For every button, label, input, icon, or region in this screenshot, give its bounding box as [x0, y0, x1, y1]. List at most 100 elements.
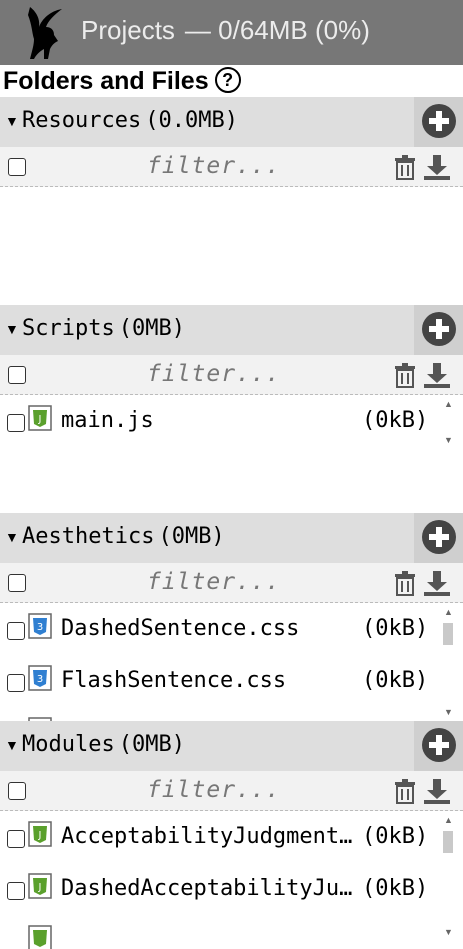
select-all-checkbox[interactable]	[8, 574, 26, 592]
section-name: Resources	[22, 108, 142, 133]
file-size: (0kB)	[362, 824, 429, 849]
section-modules: ▼ Modules (0MB) filter... J Acceptability…	[0, 721, 463, 949]
collapse-triangle-icon[interactable]: ▼	[5, 529, 19, 545]
scroll-down-icon[interactable]: ▼	[444, 435, 453, 445]
download-icon[interactable]	[422, 361, 452, 389]
css-file-icon: 3	[28, 665, 52, 691]
select-all-checkbox[interactable]	[8, 782, 26, 800]
add-icon[interactable]	[422, 728, 456, 762]
add-file-area	[414, 721, 463, 771]
file-name: FlashSentence.css	[61, 668, 287, 693]
scrollbar[interactable]: ▲ ▼	[441, 607, 455, 719]
file-row-partial[interactable]	[0, 707, 440, 721]
scroll-down-icon[interactable]: ▼	[444, 927, 453, 937]
svg-text:J: J	[38, 830, 42, 841]
js-file-icon: J	[28, 405, 52, 431]
svg-text:3: 3	[37, 622, 43, 633]
svg-text:J: J	[38, 882, 42, 893]
js-file-icon: J	[28, 873, 52, 899]
folders-files-heading: Folders and Files?	[3, 65, 241, 97]
add-file-area	[414, 97, 463, 147]
svg-text:J: J	[38, 414, 42, 425]
app-header: Projects — 0/64MB (0%)	[0, 0, 463, 65]
file-name: DashedAcceptabilityJudgment.js	[61, 876, 361, 901]
scroll-thumb[interactable]	[443, 623, 453, 645]
projects-title: Projects	[81, 15, 175, 45]
download-icon[interactable]	[422, 777, 452, 805]
trash-icon[interactable]	[392, 153, 418, 181]
file-row[interactable]: J AcceptabilityJudgment.js (0kB)	[0, 811, 440, 863]
section-header[interactable]: ▼ Scripts (0MB)	[0, 305, 463, 355]
section-title: Aesthetics (0MB)	[22, 524, 225, 549]
file-name: DashedSentence.css	[61, 616, 300, 641]
section-scripts: ▼ Scripts (0MB) filter... J main.js (0kB)…	[0, 305, 463, 513]
file-name: main.js	[61, 408, 154, 433]
ibex-logo-icon	[28, 7, 62, 59]
filter-input[interactable]: filter...	[147, 361, 281, 387]
section-aesthetics: ▼ Aesthetics (0MB) filter... 3 DashedSent…	[0, 513, 463, 721]
filter-row: filter...	[0, 147, 463, 187]
scrollbar[interactable]: ▲ ▼	[441, 815, 455, 939]
add-file-area	[414, 305, 463, 355]
file-checkbox[interactable]	[7, 674, 25, 692]
trash-icon[interactable]	[392, 361, 418, 389]
scroll-up-icon[interactable]: ▲	[444, 607, 453, 617]
section-title: Resources (0.0MB)	[22, 108, 238, 133]
add-icon[interactable]	[422, 104, 456, 138]
file-size: (0kB)	[362, 876, 429, 901]
section-size: (0MB)	[158, 524, 225, 549]
scrollbar[interactable]: ▲ ▼	[441, 399, 455, 447]
file-row[interactable]: J DashedAcceptabilityJudgment.js (0kB)	[0, 863, 440, 915]
heading-text: Folders and Files	[3, 67, 209, 95]
scroll-up-icon[interactable]: ▲	[444, 399, 453, 409]
scroll-down-icon[interactable]: ▼	[444, 707, 453, 717]
help-icon[interactable]: ?	[214, 67, 241, 94]
filter-input[interactable]: filter...	[147, 569, 281, 595]
filter-input[interactable]: filter...	[147, 777, 281, 803]
select-all-checkbox[interactable]	[8, 158, 26, 176]
section-title: Modules (0MB)	[22, 732, 185, 757]
add-icon[interactable]	[422, 312, 456, 346]
section-name: Scripts	[22, 316, 115, 341]
css-file-icon: 3	[28, 613, 52, 639]
section-header[interactable]: ▼ Resources (0.0MB)	[0, 97, 463, 147]
file-checkbox[interactable]	[7, 830, 25, 848]
section-name: Aesthetics	[22, 524, 155, 549]
filter-row: filter...	[0, 771, 463, 811]
collapse-triangle-icon[interactable]: ▼	[5, 113, 19, 129]
storage-usage: — 0/64MB (0%)	[184, 15, 370, 45]
filter-row: filter...	[0, 355, 463, 395]
file-row-partial[interactable]	[0, 915, 440, 949]
file-size: (0kB)	[362, 616, 429, 641]
section-resources: ▼ Resources (0.0MB) filter...	[0, 97, 463, 305]
file-row[interactable]: J main.js (0kB)	[0, 395, 440, 447]
collapse-triangle-icon[interactable]: ▼	[5, 321, 19, 337]
section-name: Modules	[22, 732, 115, 757]
file-checkbox[interactable]	[7, 414, 25, 432]
scroll-up-icon[interactable]: ▲	[444, 815, 453, 825]
download-icon[interactable]	[422, 153, 452, 181]
section-header[interactable]: ▼ Aesthetics (0MB)	[0, 513, 463, 563]
svg-text:3: 3	[37, 674, 43, 685]
section-size: (0MB)	[118, 732, 185, 757]
filter-input[interactable]: filter...	[147, 153, 281, 179]
add-icon[interactable]	[422, 520, 456, 554]
collapse-triangle-icon[interactable]: ▼	[5, 737, 19, 753]
select-all-checkbox[interactable]	[8, 366, 26, 384]
section-size: (0.0MB)	[145, 108, 238, 133]
file-checkbox[interactable]	[7, 882, 25, 900]
scroll-thumb[interactable]	[443, 831, 453, 853]
file-name: AcceptabilityJudgment.js	[61, 824, 361, 849]
section-size: (0MB)	[118, 316, 185, 341]
download-icon[interactable]	[422, 569, 452, 597]
section-header[interactable]: ▼ Modules (0MB)	[0, 721, 463, 771]
js-file-icon	[28, 925, 52, 949]
trash-icon[interactable]	[392, 569, 418, 597]
file-size: (0kB)	[362, 408, 429, 433]
trash-icon[interactable]	[392, 777, 418, 805]
add-file-area	[414, 513, 463, 563]
file-checkbox[interactable]	[7, 622, 25, 640]
file-row[interactable]: 3 DashedSentence.css (0kB)	[0, 603, 440, 655]
section-title: Scripts (0MB)	[22, 316, 185, 341]
file-row[interactable]: 3 FlashSentence.css (0kB)	[0, 655, 440, 707]
